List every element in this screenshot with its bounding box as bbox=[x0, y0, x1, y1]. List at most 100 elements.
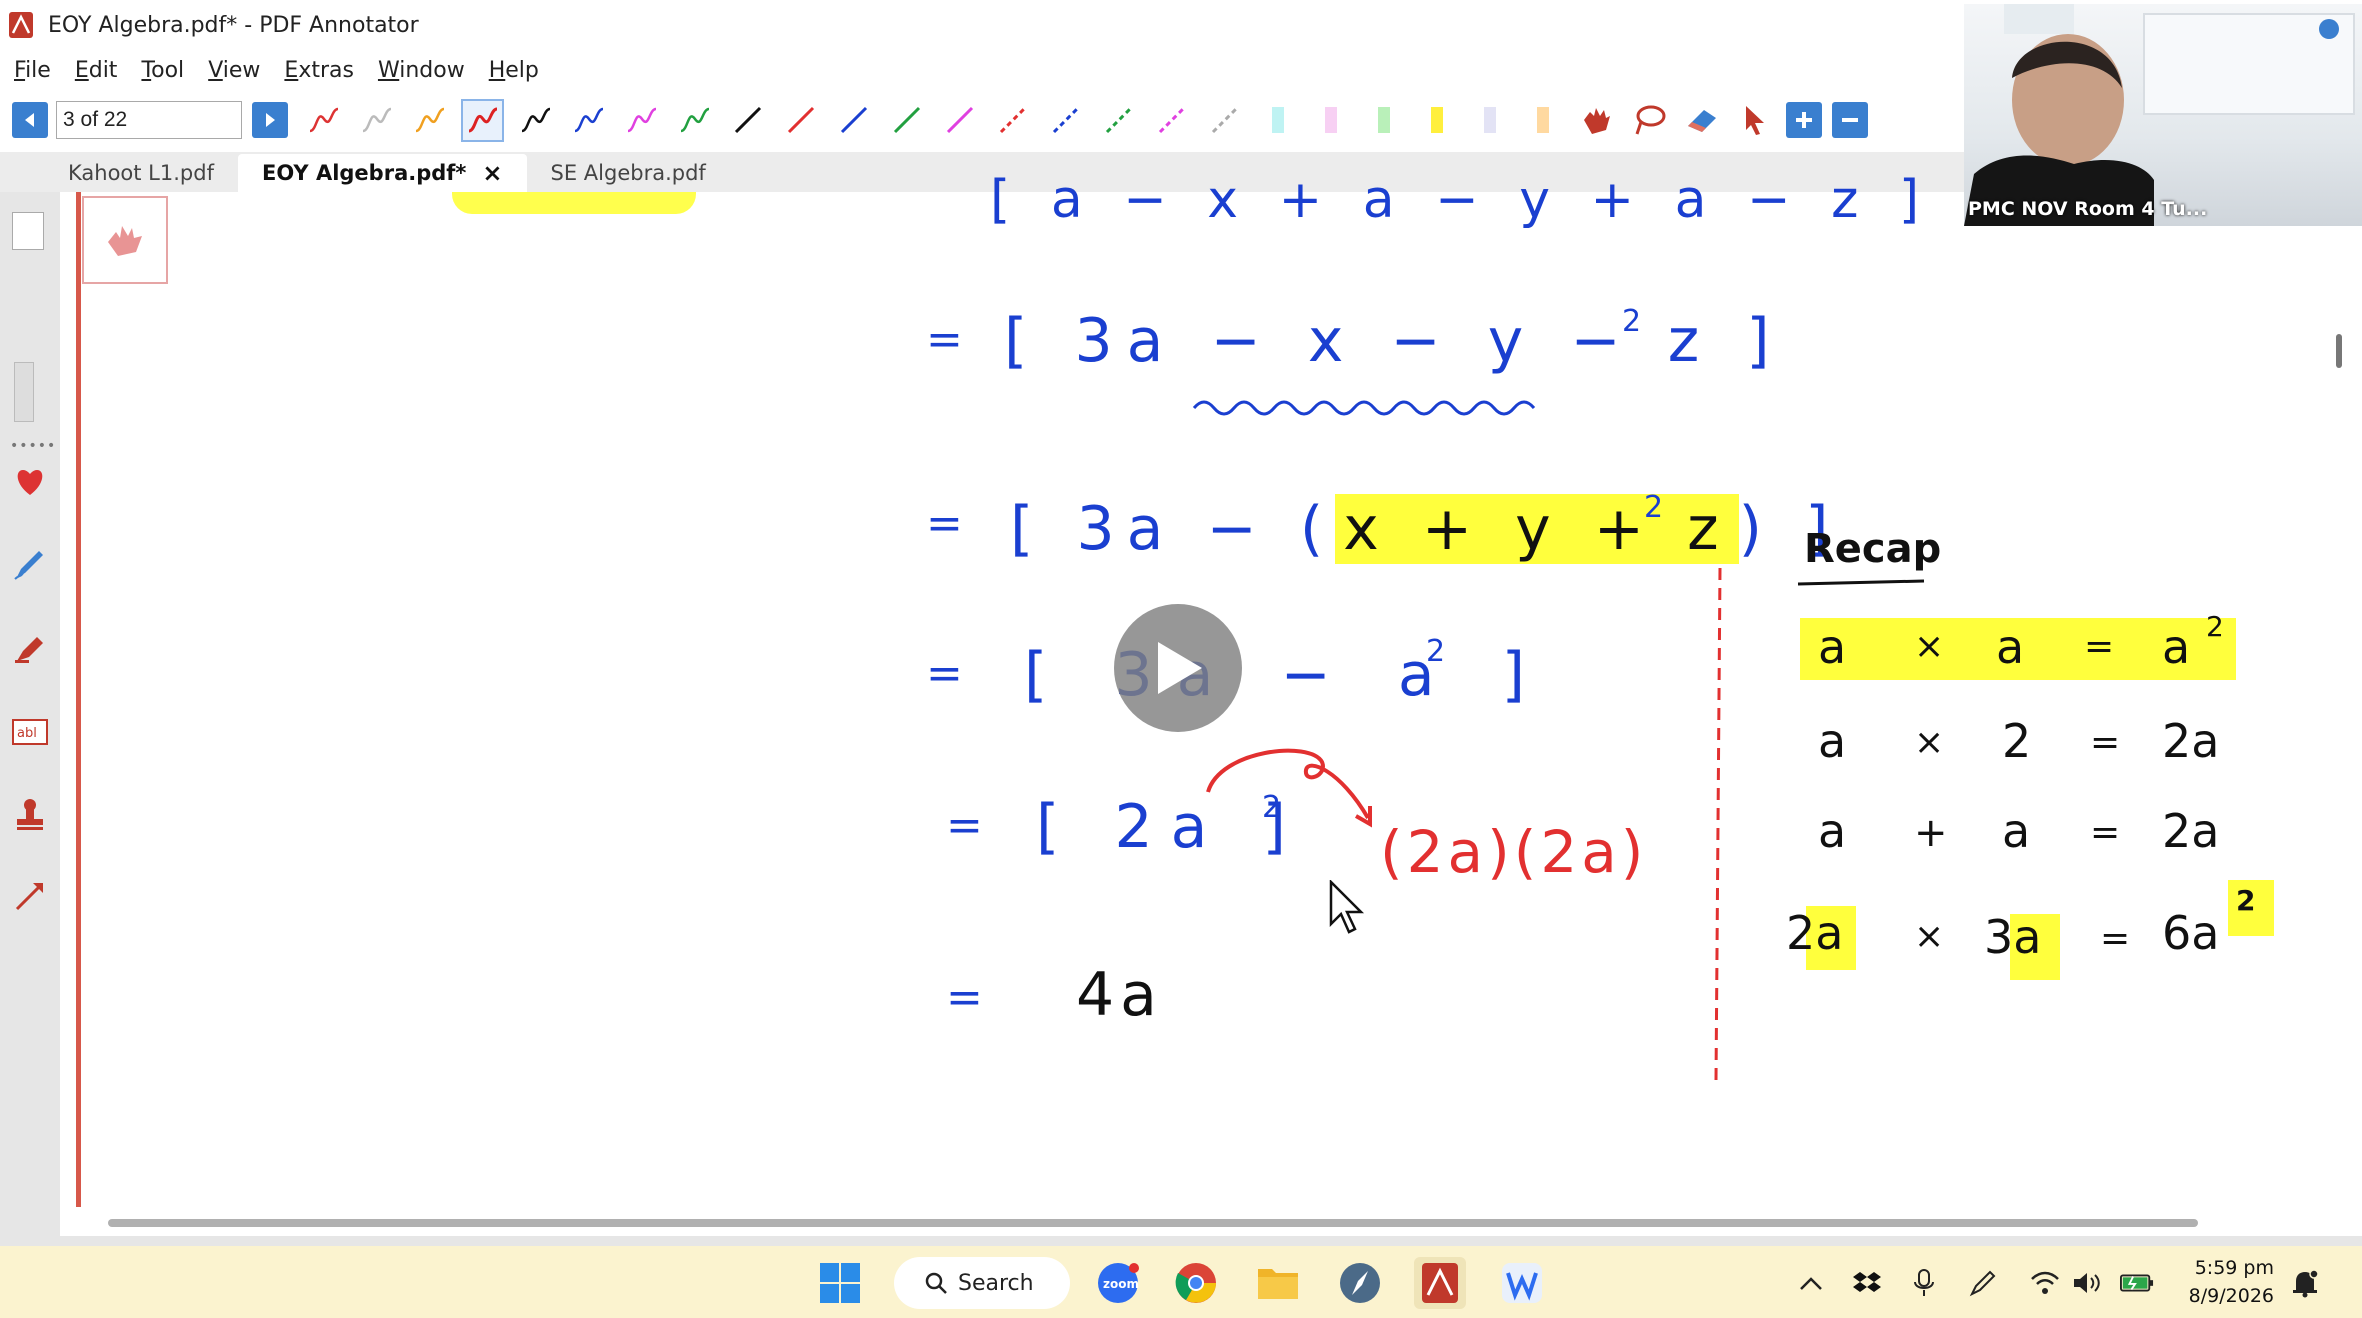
mouse-cursor-icon bbox=[1329, 880, 1365, 934]
hw-line-3-highlight: x + y + z bbox=[1335, 494, 1739, 564]
highlighter-icon bbox=[1430, 107, 1443, 133]
taskbar-zoom[interactable]: zoom bbox=[1092, 1257, 1144, 1309]
pen-stroke-icon bbox=[627, 107, 656, 133]
play-video-button[interactable] bbox=[1114, 604, 1242, 732]
tray-microphone[interactable] bbox=[1908, 1266, 1942, 1300]
next-page-button[interactable] bbox=[252, 102, 288, 138]
highlighter-orange[interactable] bbox=[1521, 99, 1564, 142]
select-tool[interactable] bbox=[1733, 99, 1776, 142]
taskbar-app-compass[interactable] bbox=[1334, 1257, 1386, 1309]
menu-file[interactable]: File bbox=[14, 58, 51, 83]
dashed-gray[interactable] bbox=[1203, 99, 1246, 142]
pen-gray[interactable] bbox=[355, 99, 398, 142]
pen-black[interactable] bbox=[514, 99, 557, 142]
line-red[interactable] bbox=[779, 99, 822, 142]
tray-battery[interactable] bbox=[2120, 1266, 2154, 1300]
tab-eoy-algebra[interactable]: EOY Algebra.pdf* × bbox=[237, 154, 527, 192]
stamp-tool[interactable] bbox=[10, 794, 50, 834]
recap-row-3-a: a bbox=[1818, 804, 1847, 858]
arrow-tool[interactable] bbox=[10, 876, 50, 916]
sidebar-scroll[interactable] bbox=[14, 362, 34, 422]
highlighter-tool[interactable] bbox=[10, 628, 50, 668]
menu-window[interactable]: Window bbox=[378, 58, 465, 83]
favorites-tool[interactable] bbox=[10, 462, 50, 502]
recap-row-3-b: a bbox=[2002, 804, 2031, 858]
dashed-green[interactable] bbox=[1097, 99, 1140, 142]
dashed-blue[interactable] bbox=[1044, 99, 1087, 142]
text-tool[interactable]: abl bbox=[10, 712, 50, 752]
menu-edit[interactable]: Edit bbox=[75, 58, 118, 83]
vertical-scroll-thumb[interactable] bbox=[2336, 334, 2342, 368]
taskbar-pdf-annotator[interactable] bbox=[1414, 1257, 1466, 1309]
tray-wifi[interactable] bbox=[2028, 1266, 2062, 1300]
pen-red-selected[interactable] bbox=[461, 98, 504, 142]
recap-row-1-result: a bbox=[2162, 620, 2191, 674]
eraser-tool[interactable] bbox=[1680, 99, 1723, 142]
hw-line-1: [ a − x + a − y + a − z ] bbox=[990, 170, 1932, 230]
highlighter-pink[interactable] bbox=[1309, 99, 1352, 142]
dashed-magenta[interactable] bbox=[1150, 99, 1193, 142]
microphone-icon bbox=[1914, 1269, 1934, 1296]
highlighter-green[interactable] bbox=[1362, 99, 1405, 142]
page-thumbnail-box[interactable] bbox=[12, 212, 44, 250]
recap-row-1-eq: = bbox=[2084, 626, 2115, 667]
freehand-pen-tool[interactable] bbox=[10, 544, 50, 584]
recap-row-3-op: + bbox=[1914, 810, 1948, 856]
show-hidden-icons[interactable] bbox=[1794, 1266, 1828, 1300]
highlighter-yellow[interactable] bbox=[1415, 99, 1458, 142]
chevron-up-icon bbox=[1800, 1277, 1822, 1290]
pen-icon bbox=[14, 551, 43, 580]
page-number-input[interactable] bbox=[56, 101, 242, 139]
hw-line-6-eq: = bbox=[946, 972, 983, 1023]
tab-se-algebra[interactable]: SE Algebra.pdf bbox=[527, 154, 730, 192]
line-blue[interactable] bbox=[832, 99, 875, 142]
prev-page-button[interactable] bbox=[12, 102, 48, 138]
taskbar-chrome[interactable] bbox=[1170, 1257, 1222, 1309]
zoom-out-button[interactable] bbox=[1832, 102, 1868, 138]
pdf-annotator-logo-icon bbox=[6, 10, 36, 40]
pen-blue[interactable] bbox=[567, 99, 610, 142]
window-title: EOY Algebra.pdf* - PDF Annotator bbox=[48, 12, 419, 38]
highlighter-lavender[interactable] bbox=[1468, 99, 1511, 142]
dashed-red[interactable] bbox=[991, 99, 1034, 142]
pen-magenta[interactable] bbox=[620, 99, 663, 142]
lasso-tool[interactable] bbox=[1627, 99, 1670, 142]
tray-notifications[interactable] bbox=[2288, 1266, 2322, 1300]
recap-row-2-b: 2 bbox=[2002, 714, 2032, 768]
tab-kahoot-l1[interactable]: Kahoot L1.pdf bbox=[44, 154, 238, 192]
taskbar-file-explorer[interactable] bbox=[1252, 1257, 1304, 1309]
close-tab-icon[interactable]: × bbox=[482, 159, 502, 187]
line-magenta[interactable] bbox=[938, 99, 981, 142]
svg-text:zoom: zoom bbox=[1103, 1277, 1139, 1291]
menu-bar: File Edit Tool View Extras Window Help bbox=[0, 52, 539, 88]
horizontal-scroll-thumb[interactable] bbox=[108, 1219, 2198, 1227]
tray-pen[interactable] bbox=[1966, 1266, 2000, 1300]
pen-orange[interactable] bbox=[408, 99, 451, 142]
taskbar-search[interactable]: Search bbox=[894, 1257, 1070, 1309]
taskbar-clock[interactable]: 5:59 pm 8/9/2026 bbox=[2184, 1254, 2274, 1310]
red-curved-arrow bbox=[1206, 748, 1372, 828]
start-button[interactable] bbox=[814, 1257, 866, 1309]
pdf-annotator-app-icon bbox=[1422, 1263, 1458, 1303]
video-participant-tile[interactable]: PMC NOV Room 4 Tu... bbox=[1964, 4, 2362, 226]
zoom-in-button[interactable] bbox=[1786, 102, 1822, 138]
pen-green[interactable] bbox=[673, 99, 716, 142]
speaker-icon bbox=[2074, 1273, 2100, 1293]
pen-red-thin[interactable] bbox=[302, 99, 345, 142]
tray-volume[interactable] bbox=[2070, 1266, 2104, 1300]
highlighter-cyan[interactable] bbox=[1256, 99, 1299, 142]
taskbar-whiteboard[interactable] bbox=[1496, 1257, 1548, 1309]
recap-row-2-result: 2a bbox=[2162, 714, 2220, 768]
recap-row-1-a: a bbox=[1818, 620, 1847, 674]
hand-tool[interactable] bbox=[1574, 99, 1617, 142]
menu-extras[interactable]: Extras bbox=[284, 58, 354, 83]
menu-view[interactable]: View bbox=[208, 58, 260, 83]
tray-dropbox[interactable] bbox=[1850, 1266, 1884, 1300]
menu-help[interactable]: Help bbox=[489, 58, 539, 83]
recap-row-4-eq: = bbox=[2100, 918, 2131, 959]
line-black[interactable] bbox=[726, 99, 769, 142]
hw-line-4-eq: = bbox=[926, 648, 963, 699]
menu-tool[interactable]: Tool bbox=[141, 58, 184, 83]
line-green[interactable] bbox=[885, 99, 928, 142]
status-strip bbox=[0, 1236, 2362, 1246]
